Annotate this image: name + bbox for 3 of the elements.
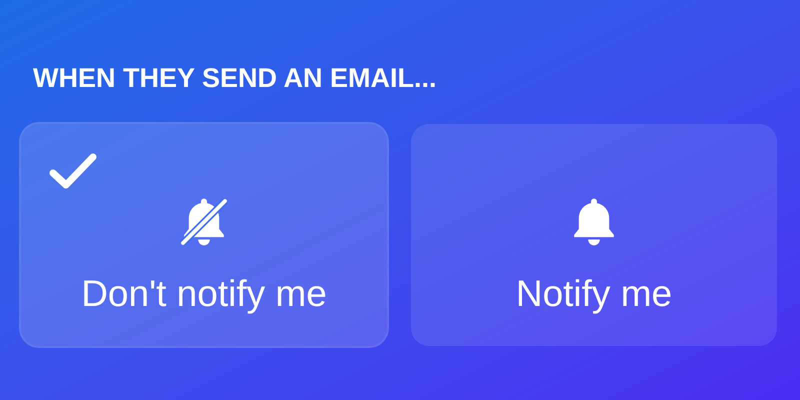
option-card[interactable]: Notify me [411, 124, 777, 346]
section-heading: WHEN THEY SEND AN EMAIL... [33, 62, 437, 95]
option-card[interactable]: Don't notify me [21, 124, 387, 346]
